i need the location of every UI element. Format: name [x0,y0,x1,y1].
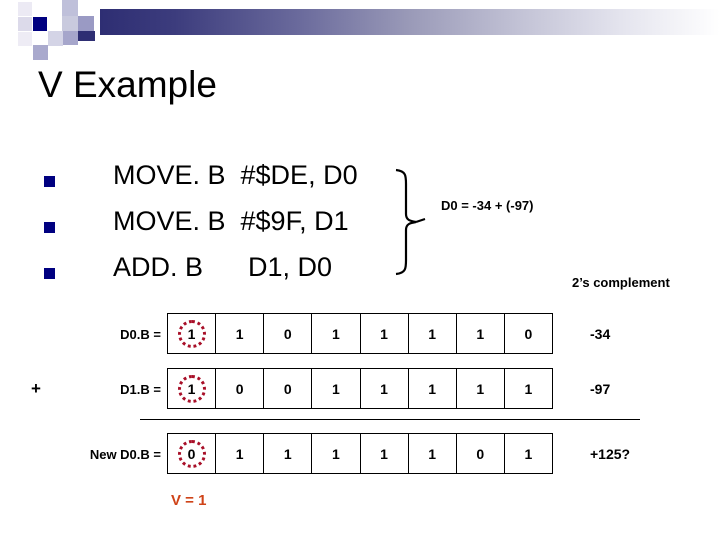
bit-cell-highlighted: 0 [168,434,217,473]
bit-row-decimal-value: -97 [590,381,611,397]
bit-row-label: New D0.B = [89,447,161,462]
bit-cell: 1 [409,314,457,353]
bit-cell-highlighted: 1 [168,369,217,408]
bit-table: + V = 1 D0.B = 1 1 0 1 1 1 1 0 -34 D1.B = 1 0 0 1 1 1 1 1-… [0,0,720,540]
bit-row-decimal-value: -34 [590,326,611,342]
bit-cell: 1 [361,314,409,353]
bit-cell: 1 [457,314,505,353]
bit-cell: 1 [361,434,409,473]
bit-row: 01111101 [167,433,553,474]
bit-cell-highlighted: 1 [168,314,217,353]
bit-cell: 0 [216,369,265,408]
bit-cell: 1 [216,314,265,353]
bit-cell: 1 [409,434,457,473]
bit-cell: 0 [264,369,313,408]
bit-cell: 0 [524,325,533,342]
bit-cell: 0 [457,434,505,473]
bit-cell: 1 [312,434,361,473]
bit-cell: 1 [312,314,361,353]
bit-cell: 1 [457,369,505,408]
bit-cell: 1 [524,380,533,397]
bit-cell: 1 [524,445,533,462]
bit-cell: 1 [361,369,409,408]
bit-cell: 1 [264,434,313,473]
bit-row-label: D1.B = [120,382,161,397]
overflow-flag-label: V = 1 [171,492,207,509]
bit-row: 10011111 [167,368,553,409]
bit-cell: 0 [264,314,313,353]
bit-row-decimal-value: +125? [590,446,631,462]
bit-row: 11011110 [167,313,553,354]
sum-divider-line [140,419,640,420]
bit-cell: 1 [409,369,457,408]
bit-cell: 1 [312,369,361,408]
bit-row-label: D0.B = [120,327,161,342]
bit-cell: 1 [216,434,265,473]
